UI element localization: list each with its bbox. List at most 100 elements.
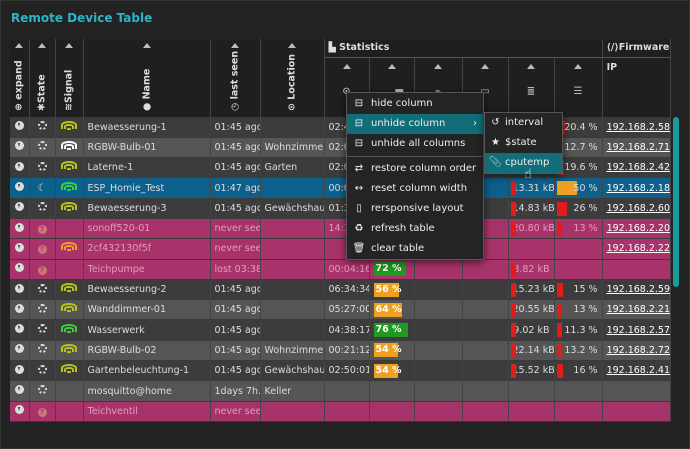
expand-cell[interactable] <box>10 117 30 138</box>
state-cell <box>29 380 56 402</box>
expand-cell[interactable] <box>10 299 30 321</box>
table-row[interactable]: Bewaesserung-2 01:45 ago 06:34:34 56 % 15.23… <box>10 279 671 301</box>
ip-link[interactable]: 192.168.2.59 <box>607 284 670 295</box>
table-row[interactable]: ? 2cf432130f5fnever seen 192.168.2.222 <box>10 238 671 260</box>
expand-icon[interactable] <box>14 161 24 171</box>
table-row[interactable]: Laterne-1 01:45 ago Garten 02:0 19.6 % 192.16… <box>10 157 671 179</box>
menu-item-rersponsive-layout[interactable]: ▯ rersponsive layout <box>347 199 483 219</box>
expand-icon[interactable] <box>14 324 24 334</box>
expand-icon[interactable] <box>14 283 24 293</box>
expand-icon[interactable] <box>14 364 24 374</box>
ip-cell: 192.168.2.210 <box>602 299 671 321</box>
menu-item-clear-table[interactable]: 🗑 clear table <box>347 239 483 259</box>
sort-arrow-icon[interactable] <box>481 63 489 69</box>
expand-cell[interactable] <box>10 279 30 301</box>
expand-cell[interactable] <box>10 259 30 280</box>
sort-arrow-icon[interactable] <box>434 63 442 69</box>
table-row[interactable]: mosquitto@home1days 7h...Keller <box>10 380 671 402</box>
sort-arrow-icon[interactable] <box>38 43 46 48</box>
ip-link[interactable]: 192.168.2.204 <box>607 223 670 234</box>
header-firmware[interactable]: ⟨/⟩Firmware <box>602 39 671 58</box>
expand-cell[interactable] <box>10 401 30 422</box>
expand-cell[interactable] <box>10 177 30 199</box>
ip-link[interactable]: 192.168.2.42 <box>607 162 670 173</box>
header-state[interactable]: ✱State <box>29 39 56 118</box>
header-last-seen[interactable]: ◷ last seen <box>210 39 261 118</box>
expand-cell[interactable] <box>10 238 30 260</box>
table-row[interactable]: Bewaesserung-3 01:45 ago Gewächshaus 01:3 14… <box>10 198 671 219</box>
expand-cell[interactable] <box>10 380 30 402</box>
expand-icon[interactable] <box>14 303 24 313</box>
expand-cell[interactable] <box>10 137 30 159</box>
table-row[interactable]: ? Teichpumpelost 03:38... 00:04:1672 % 8.82… <box>10 259 671 280</box>
menu-item-hide-column[interactable]: ⊟ hide column <box>347 94 483 114</box>
sort-arrow-icon[interactable] <box>527 63 535 69</box>
ip-link[interactable]: 192.168.2.185 <box>607 183 670 194</box>
header-memory[interactable]: ≣ <box>508 57 555 118</box>
expand-icon[interactable] <box>14 385 24 394</box>
sort-arrow-icon[interactable] <box>15 43 24 48</box>
ip-link[interactable]: 192.168.2.222 <box>607 243 670 254</box>
ip-link[interactable]: 192.168.2.72 <box>607 345 670 356</box>
expand-cell[interactable] <box>10 340 30 362</box>
expand-icon[interactable] <box>14 263 24 273</box>
sort-arrow-icon[interactable] <box>142 43 151 48</box>
expand-icon[interactable] <box>14 141 24 151</box>
expand-cell[interactable] <box>10 360 30 382</box>
uptime-cell: 04:38:17 <box>324 319 370 341</box>
header-cpu[interactable]: ☰ <box>554 57 603 118</box>
sort-arrow-icon[interactable] <box>574 63 583 69</box>
menu-item-reset-column-width[interactable]: ↔ reset column width <box>347 179 483 199</box>
menu-item-unhide-all-columns[interactable]: ⊟ unhide all columns <box>347 134 483 154</box>
sort-arrow-icon[interactable] <box>65 43 73 48</box>
uptime-cell <box>324 380 370 402</box>
table-row[interactable]: Wanddimmer-01 01:45 ago 05:27:00 64 % 20.55 … <box>10 299 671 321</box>
header-signal[interactable]: ≋Signal <box>55 39 84 118</box>
expand-icon[interactable] <box>14 405 24 415</box>
table-row[interactable]: ? Teichventilnever seen <box>10 401 671 422</box>
menu-item-unhide-column[interactable]: ⊟ unhide column › <box>347 114 483 134</box>
submenu-item-state[interactable]: ★ $state <box>485 133 562 153</box>
header-name[interactable]: ● Name <box>83 39 211 118</box>
ip-link[interactable]: 192.168.2.41 <box>607 365 670 376</box>
header-ip[interactable]: IP <box>602 57 671 118</box>
ip-link[interactable]: 192.168.2.58 <box>607 122 670 133</box>
expand-cell[interactable] <box>10 157 30 179</box>
rssi-cell: 54 % <box>369 360 415 382</box>
header-statistics[interactable]: ▙ Statistics <box>324 39 603 58</box>
expand-icon[interactable] <box>14 202 24 212</box>
header-expand[interactable]: ⊕ expand <box>10 39 30 118</box>
expand-cell[interactable] <box>10 218 30 240</box>
ip-link[interactable]: 192.168.2.57 <box>607 325 670 336</box>
expand-icon[interactable] <box>14 121 24 131</box>
table-row[interactable]: Wasserwerk 01:45 ago 04:38:17 76 % 9.02 kB 11… <box>10 319 671 341</box>
table-row[interactable]: ?sonoff520-01never seen14:120.80 kB13 %1… <box>10 218 671 240</box>
ip-link[interactable]: 192.168.2.210 <box>607 304 670 315</box>
expand-icon[interactable] <box>14 344 24 354</box>
expand-icon[interactable] <box>14 222 24 232</box>
submenu-item-interval[interactable]: ↺ interval <box>485 113 562 133</box>
table-row[interactable]: ☾ ESP_Homie_Test 01:47 ago 00:0 13.31 kB 50 %… <box>10 177 671 199</box>
scrollbar-thumb[interactable] <box>673 117 679 287</box>
table-row[interactable]: Bewaesserung-1 01:45 ago 02:4 20.4 % 192.168… <box>10 117 671 138</box>
table-row[interactable]: RGBW-Bulb-01 01:45 ago Wohnzimmer 02:0 12.7 … <box>10 137 671 159</box>
sort-arrow-icon[interactable] <box>342 63 351 69</box>
spinner-icon <box>37 283 47 293</box>
submenu-item-label: $state <box>505 137 537 148</box>
spinner-icon <box>37 202 47 212</box>
expand-icon[interactable] <box>14 242 24 252</box>
sort-arrow-icon[interactable] <box>231 43 239 48</box>
header-location[interactable]: ⊙ Location <box>260 39 325 118</box>
ip-link[interactable]: 192.168.2.71 <box>607 142 670 153</box>
sort-arrow-icon[interactable] <box>288 43 296 48</box>
expand-cell[interactable] <box>10 319 30 341</box>
expand-icon[interactable] <box>14 182 24 192</box>
expand-cell[interactable] <box>10 198 30 219</box>
table-row[interactable]: Gartenbeleuchtung-1 01:45 ago Gewächshaus 0… <box>10 360 671 382</box>
table-row[interactable]: RGBW-Bulb-02 01:45 ago Wohnzimmer 00:21:12 5… <box>10 340 671 362</box>
sort-arrow-icon[interactable] <box>387 63 396 69</box>
ip-link[interactable]: 192.168.2.60 <box>607 203 670 214</box>
menu-item-restore-column-order[interactable]: ⇄ restore column order <box>347 159 483 179</box>
spinner-icon <box>37 303 47 313</box>
menu-item-refresh-table[interactable]: ♻ refresh table <box>347 219 483 239</box>
